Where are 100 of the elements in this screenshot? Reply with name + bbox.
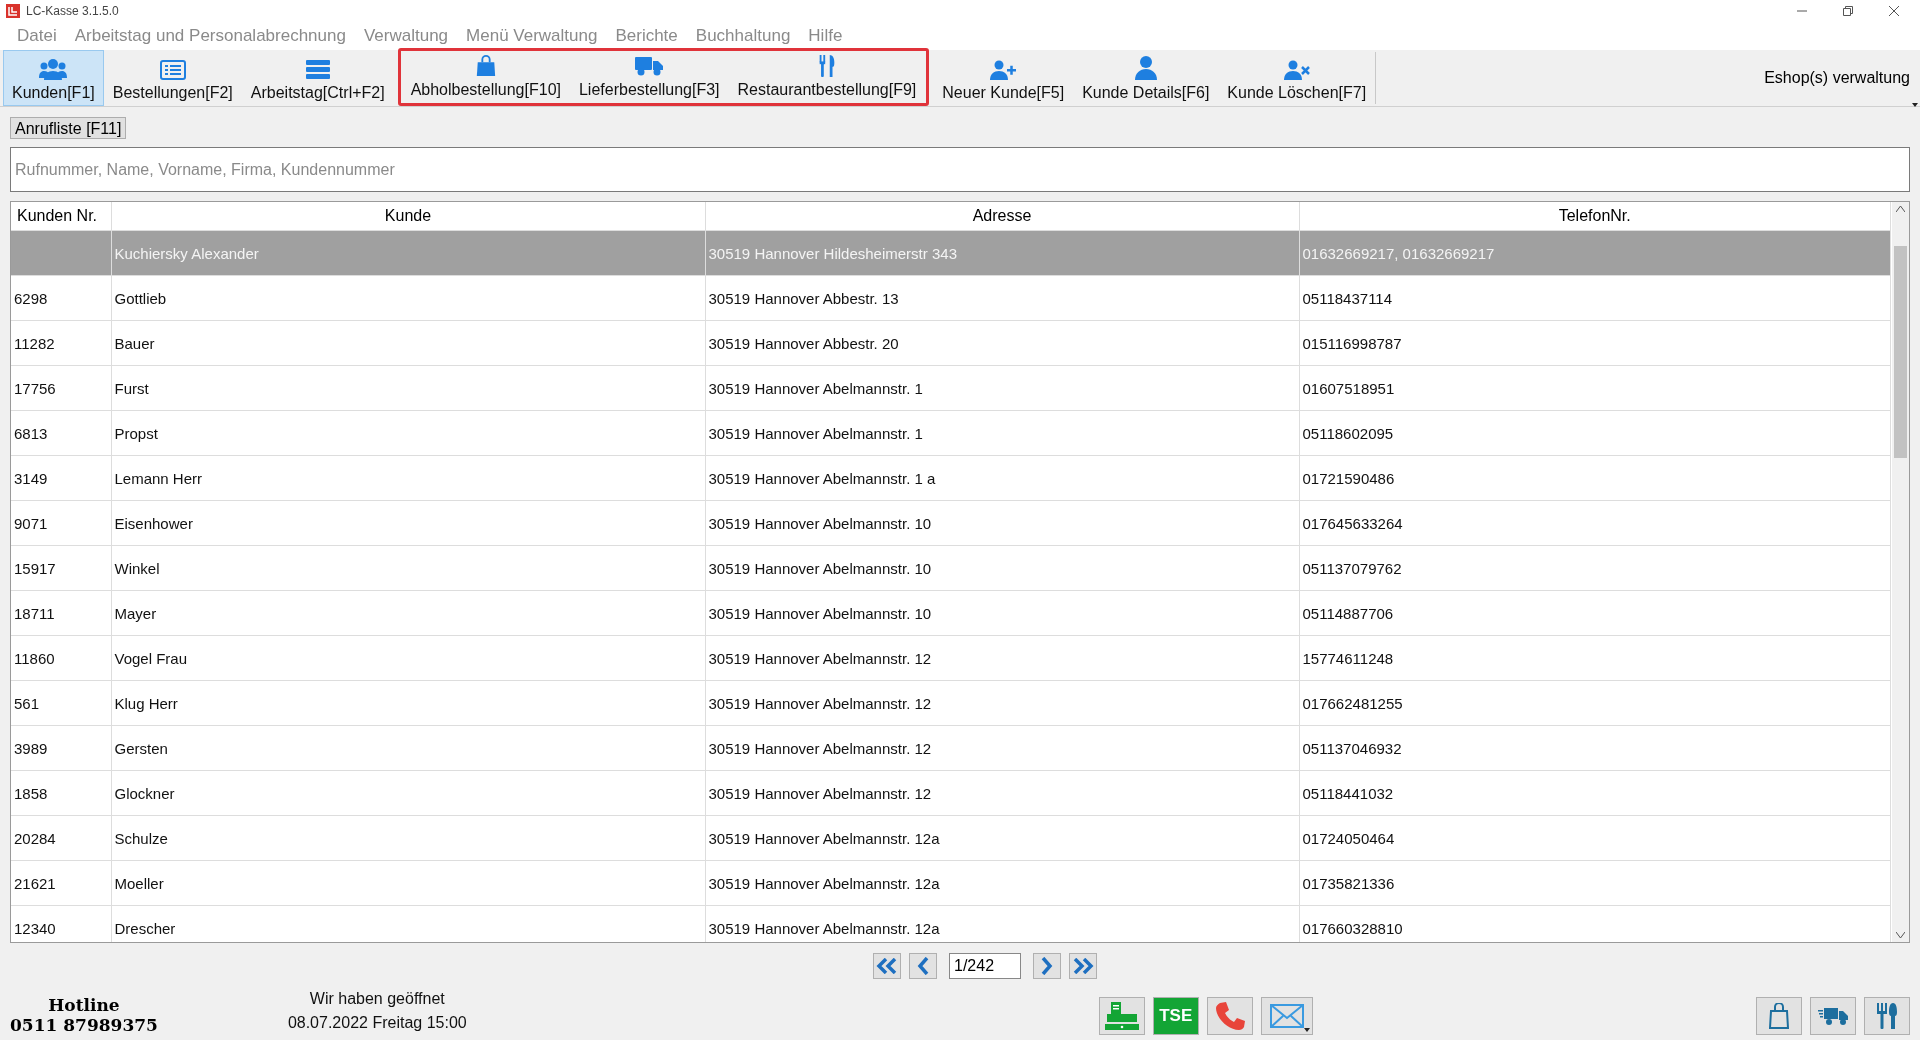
toolbar-button[interactable]: Neuer Kunde[F5]	[933, 50, 1074, 106]
previous-page-button[interactable]	[909, 953, 937, 979]
table-cell: 30519 Hannover Hildesheimerstr 343	[705, 230, 1299, 276]
toolbar-button[interactable]: Lieferbestellung[F3]	[569, 51, 729, 103]
table-cell: 11282	[11, 320, 111, 366]
cash-register-button[interactable]	[1098, 997, 1145, 1035]
table-cell: 30519 Hannover Abbestr. 13	[705, 275, 1299, 321]
chevron-right-icon	[1041, 957, 1053, 975]
search-field[interactable]: Rufnummer, Name, Vorname, Firma, Kundennummer	[10, 147, 1910, 192]
restore-icon[interactable]	[1842, 5, 1854, 17]
table-cell: 30519 Hannover Abelmannstr. 1	[705, 410, 1299, 456]
table-cell: 05118437114	[1299, 275, 1891, 321]
menu-item[interactable]: Datei	[8, 26, 66, 46]
table-cell: 01735821336	[1299, 860, 1891, 906]
table-cell: Lemann Herr	[111, 455, 705, 501]
table-cell: 11860	[11, 635, 111, 681]
table-cell: Mayer	[111, 590, 705, 636]
table-cell: 30519 Hannover Abelmannstr. 1 a	[705, 455, 1299, 501]
table-cell: 30519 Hannover Abelmannstr. 10	[705, 590, 1299, 636]
chevron-left-icon	[917, 957, 929, 975]
shopping-bag-icon	[1769, 1003, 1789, 1029]
stack-icon	[304, 60, 331, 80]
column-header[interactable]: Kunde	[111, 202, 705, 231]
table-cell: Klug Herr	[111, 680, 705, 726]
table-cell: Gersten	[111, 725, 705, 771]
table-cell: 30519 Hannover Abelmannstr. 10	[705, 545, 1299, 591]
add-user-icon	[990, 60, 1017, 80]
table-cell: Kuchiersky Alexander	[111, 230, 705, 276]
table-cell: 561	[11, 680, 111, 726]
page-field[interactable]: 1/242	[949, 953, 1021, 979]
toolbar-button[interactable]: Kunde Löschen[F7]	[1218, 50, 1376, 106]
restaurant-button[interactable]	[1864, 997, 1910, 1035]
table-cell: 05118441032	[1299, 770, 1891, 816]
column-header[interactable]: TelefonNr.	[1299, 202, 1891, 231]
table-cell: 18711	[11, 590, 111, 636]
menu-item[interactable]: Verwaltung	[354, 26, 458, 46]
cutlery-icon	[817, 55, 836, 77]
last-page-button[interactable]	[1069, 953, 1097, 979]
scroll-up-icon[interactable]	[1896, 206, 1905, 212]
eshop-menu[interactable]: Eshop(s) verwaltung	[1764, 69, 1920, 87]
table-cell: 30519 Hannover Abelmannstr. 12	[705, 725, 1299, 771]
table-cell: 1858	[11, 770, 111, 816]
table-cell: 30519 Hannover Abelmannstr. 12a	[705, 905, 1299, 942]
column-header[interactable]: Adresse	[705, 202, 1299, 231]
table-cell: 30519 Hannover Abelmannstr. 12	[705, 770, 1299, 816]
table-cell: 30519 Hannover Abelmannstr. 12	[705, 635, 1299, 681]
table-cell: 05118602095	[1299, 410, 1891, 456]
scrollbar-thumb[interactable]	[1894, 246, 1907, 458]
table-cell: Drescher	[111, 905, 705, 942]
list-icon	[159, 60, 186, 80]
table-cell: 01607518951	[1299, 365, 1891, 411]
table-cell: 12340	[11, 905, 111, 942]
toolbar-button[interactable]: Kunde Details[F6]	[1073, 50, 1219, 106]
phone-icon	[1214, 1001, 1245, 1031]
app-logo-icon	[6, 4, 20, 18]
next-page-button[interactable]	[1033, 953, 1061, 979]
table-cell: 051137079762	[1299, 545, 1891, 591]
toolbar-button[interactable]: Arbeitstag[Ctrl+F2]	[241, 50, 394, 106]
table-cell: 051137046932	[1299, 725, 1891, 771]
call-list-button[interactable]: Anrufliste [F11]	[10, 117, 127, 139]
table-cell: 017645633264	[1299, 500, 1891, 546]
pickup-button[interactable]	[1756, 997, 1802, 1035]
cash-register-icon	[1104, 1002, 1139, 1030]
scrollbar[interactable]	[1892, 202, 1909, 942]
table-cell: 30519 Hannover Abelmannstr. 12a	[705, 815, 1299, 861]
table-cell: 6813	[11, 410, 111, 456]
date-time: 08.07.2022 Freitag 15:00	[287, 1013, 467, 1033]
menu-item[interactable]: Berichte	[606, 26, 687, 46]
table-cell: 3989	[11, 725, 111, 771]
remove-user-icon	[1283, 60, 1310, 80]
table-cell: 30519 Hannover Abelmannstr. 12a	[705, 860, 1299, 906]
toolbar-button[interactable]: Kunden[F1]	[3, 50, 104, 106]
table-cell: Schulze	[111, 815, 705, 861]
close-icon[interactable]	[1888, 5, 1900, 17]
table-cell: 01632669217, 01632669217	[1299, 230, 1891, 276]
toolbar-button[interactable]: Abholbestellung[F10]	[401, 51, 570, 103]
table-cell: Glockner	[111, 770, 705, 816]
table-cell: 30519 Hannover Abelmannstr. 1	[705, 365, 1299, 411]
truck-icon	[635, 55, 664, 77]
table-cell: Furst	[111, 365, 705, 411]
toolbar-button[interactable]: Restaurantbestellung[F9]	[728, 51, 926, 103]
status-text: Wir haben geöffnet	[308, 989, 446, 1009]
table-cell: 01721590486	[1299, 455, 1891, 501]
caret-icon	[1303, 1028, 1310, 1032]
first-page-button[interactable]	[873, 953, 901, 979]
column-header[interactable]: Kunden Nr.	[11, 202, 111, 231]
table-cell: 01724050464	[1299, 815, 1891, 861]
hotline-number: 0511 87989375	[10, 1015, 158, 1035]
table-cell: 30519 Hannover Abelmannstr. 12	[705, 680, 1299, 726]
table-cell: 20284	[11, 815, 111, 861]
table-cell: 3149	[11, 455, 111, 501]
table-cell: 9071	[11, 500, 111, 546]
phone-button[interactable]	[1206, 997, 1253, 1035]
scroll-down-icon[interactable]	[1896, 932, 1905, 938]
table-cell: 15917	[11, 545, 111, 591]
toolbar-button[interactable]: Bestellungen[F2]	[103, 50, 242, 106]
delivery-button[interactable]	[1810, 997, 1856, 1035]
truck-icon	[1818, 1006, 1848, 1026]
menu-item[interactable]: Menü Verwaltung	[457, 26, 607, 46]
mail-button[interactable]	[1260, 997, 1313, 1035]
